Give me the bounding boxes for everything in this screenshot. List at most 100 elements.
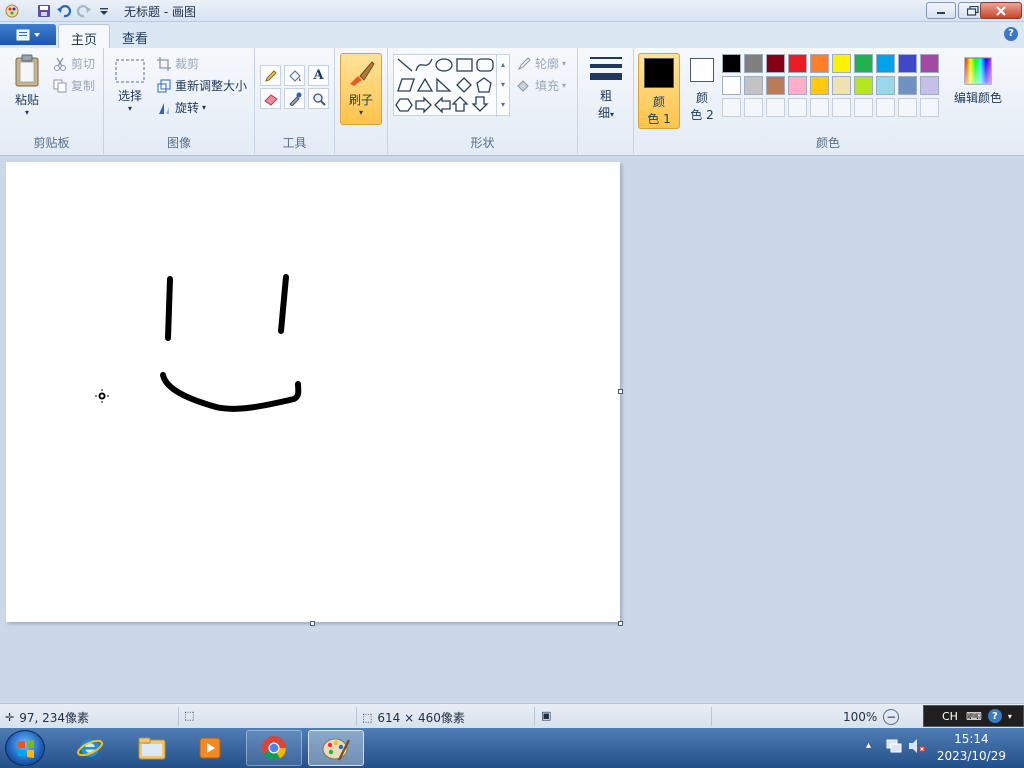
customize-quick-access-icon[interactable] [95, 2, 113, 20]
crop-button[interactable]: 裁剪 [156, 55, 199, 72]
chevron-down-icon: ▾ [127, 104, 132, 113]
help-icon[interactable]: ? [1004, 27, 1018, 41]
select-button[interactable]: 选择 ▾ [112, 58, 148, 113]
palette-color-swatch[interactable] [810, 76, 829, 95]
media-player-icon [199, 737, 221, 759]
palette-custom-swatch[interactable] [832, 98, 851, 117]
volume-muted-icon[interactable] [908, 738, 926, 757]
eraser-tool[interactable] [260, 88, 281, 109]
palette-color-swatch[interactable] [788, 76, 807, 95]
minimize-button[interactable] [926, 2, 956, 19]
canvas-resize-handle-bottom[interactable] [310, 621, 315, 626]
palette-custom-swatch[interactable] [788, 98, 807, 117]
save-icon[interactable] [35, 2, 53, 20]
rotate-button[interactable]: 旋转 ▾ [156, 99, 206, 116]
undo-icon[interactable] [55, 2, 73, 20]
palette-custom-swatch[interactable] [876, 98, 895, 117]
palette-color-swatch[interactable] [766, 54, 785, 73]
palette-custom-swatch[interactable] [744, 98, 763, 117]
pencil-tool[interactable] [260, 65, 281, 86]
color-spectrum-icon [964, 57, 992, 85]
palette-custom-swatch[interactable] [722, 98, 741, 117]
color1-button[interactable]: 颜 色 1 [638, 53, 680, 129]
taskbar-chrome[interactable] [246, 730, 302, 766]
palette-color-swatch[interactable] [810, 54, 829, 73]
close-button[interactable] [980, 2, 1022, 19]
palette-color-swatch[interactable] [920, 54, 939, 73]
tab-view[interactable]: 查看 [110, 24, 160, 48]
size-button[interactable]: 粗 细▾ [588, 56, 624, 121]
palette-custom-swatch[interactable] [766, 98, 785, 117]
taskbar-explorer[interactable] [124, 730, 180, 766]
brush-button[interactable]: 刷子 ▾ [340, 53, 382, 125]
palette-color-swatch[interactable] [854, 54, 873, 73]
paste-button[interactable]: 粘贴 ▾ [6, 54, 48, 117]
cut-button[interactable]: 剪切 [52, 55, 95, 72]
group-size: 粗 细▾ [578, 48, 634, 154]
taskbar-media-player[interactable] [182, 730, 238, 766]
scissors-icon [52, 56, 68, 72]
drawing-canvas[interactable] [6, 162, 620, 622]
language-bar-options-icon[interactable]: ▾ [1008, 712, 1012, 721]
crop-label: 裁剪 [175, 57, 200, 71]
keyboard-icon[interactable]: ⌨ [966, 710, 982, 723]
palette-color-swatch[interactable] [898, 54, 917, 73]
text-tool[interactable]: A [308, 65, 329, 86]
palette-color-swatch[interactable] [898, 76, 917, 95]
app-menu-button[interactable] [0, 24, 56, 45]
palette-custom-swatch[interactable] [920, 98, 939, 117]
clock[interactable]: 15:14 2023/10/29 [937, 731, 1006, 765]
tab-home[interactable]: 主页 [58, 24, 111, 48]
palette-color-swatch[interactable] [920, 76, 939, 95]
clipboard-icon [15, 54, 39, 87]
palette-custom-swatch[interactable] [898, 98, 917, 117]
status-divider [711, 707, 712, 726]
image-size: ⬚ 614 × 460像素 [362, 709, 465, 726]
palette-custom-swatch[interactable] [854, 98, 873, 117]
palette-color-swatch[interactable] [722, 76, 741, 95]
group-tools: A 工具 [255, 48, 335, 154]
palette-color-swatch[interactable] [766, 76, 785, 95]
edit-colors-button[interactable]: 编辑颜色 [944, 56, 1012, 106]
palette-color-swatch[interactable] [854, 76, 873, 95]
group-clipboard: 粘贴 ▾ 剪切 复制 剪贴板 [0, 48, 104, 154]
color1-label-line2: 色 1 [647, 112, 671, 126]
fill-shape-button[interactable]: 填充 ▾ [516, 77, 566, 94]
color2-button[interactable]: 颜 色 2 [684, 58, 720, 123]
canvas-resize-handle-corner[interactable] [618, 621, 623, 626]
paste-label: 粘贴 [14, 93, 39, 107]
color2-swatch [690, 58, 714, 82]
outline-button[interactable]: 轮廓 ▾ [516, 55, 566, 72]
palette-color-swatch[interactable] [788, 54, 807, 73]
shapes-gallery-scroll[interactable]: ▴ ▾ ▾ [496, 55, 509, 117]
language-indicator[interactable]: CH [942, 710, 958, 723]
start-button[interactable] [5, 730, 45, 766]
palette-color-swatch[interactable] [876, 54, 895, 73]
palette-color-swatch[interactable] [722, 54, 741, 73]
palette-custom-swatch[interactable] [810, 98, 829, 117]
palette-color-swatch[interactable] [832, 76, 851, 95]
color-picker-tool[interactable] [284, 88, 305, 109]
show-hidden-icons-icon[interactable]: ▴ [866, 740, 871, 751]
palette-color-swatch[interactable] [832, 54, 851, 73]
zoom-out-icon[interactable]: − [883, 709, 900, 725]
paint-app-icon[interactable] [3, 2, 21, 20]
copy-button[interactable]: 复制 [52, 77, 95, 94]
fill-tool[interactable] [284, 65, 305, 86]
color1-label-line1: 颜 [652, 95, 665, 109]
folder-icon [138, 737, 166, 760]
network-icon[interactable] [886, 738, 902, 757]
taskbar-ie[interactable] [62, 730, 118, 766]
taskbar-paint[interactable] [308, 730, 364, 766]
zoom-level-text: 100% [843, 710, 878, 724]
resize-button[interactable]: 重新调整大小 [156, 77, 247, 94]
help-icon[interactable]: ? [987, 709, 1002, 723]
redo-icon[interactable] [75, 2, 93, 20]
canvas-resize-handle-right[interactable] [618, 389, 623, 394]
mouth-stroke [160, 372, 302, 412]
magnifier-tool[interactable] [308, 88, 329, 109]
palette-color-swatch[interactable] [744, 76, 763, 95]
palette-color-swatch[interactable] [744, 54, 763, 73]
fill-icon [288, 69, 301, 82]
palette-color-swatch[interactable] [876, 76, 895, 95]
